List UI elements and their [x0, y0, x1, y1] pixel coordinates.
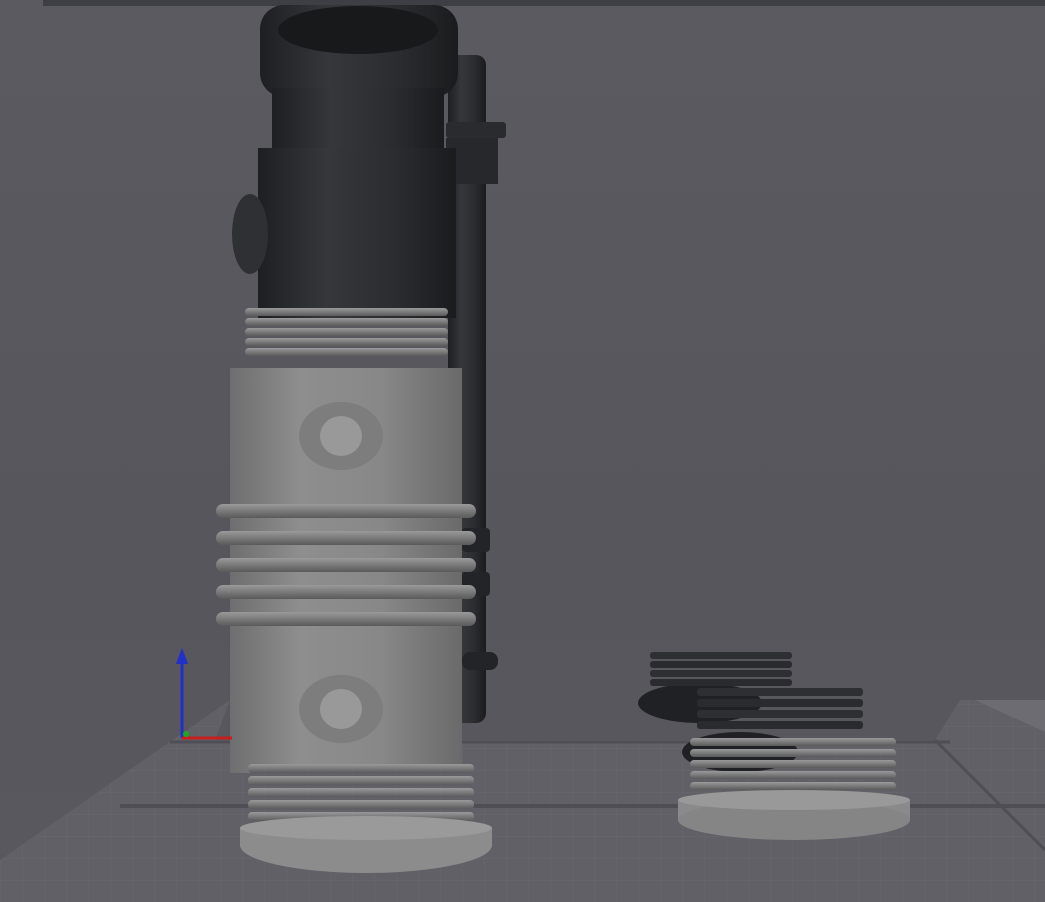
3d-viewport[interactable]: [0, 0, 1045, 902]
grey-threaded-tube-upper-threads: [245, 308, 448, 356]
grey-threaded-cap: [678, 738, 910, 840]
scene-canvas: [0, 5, 1045, 902]
dark-tube: [232, 5, 458, 318]
